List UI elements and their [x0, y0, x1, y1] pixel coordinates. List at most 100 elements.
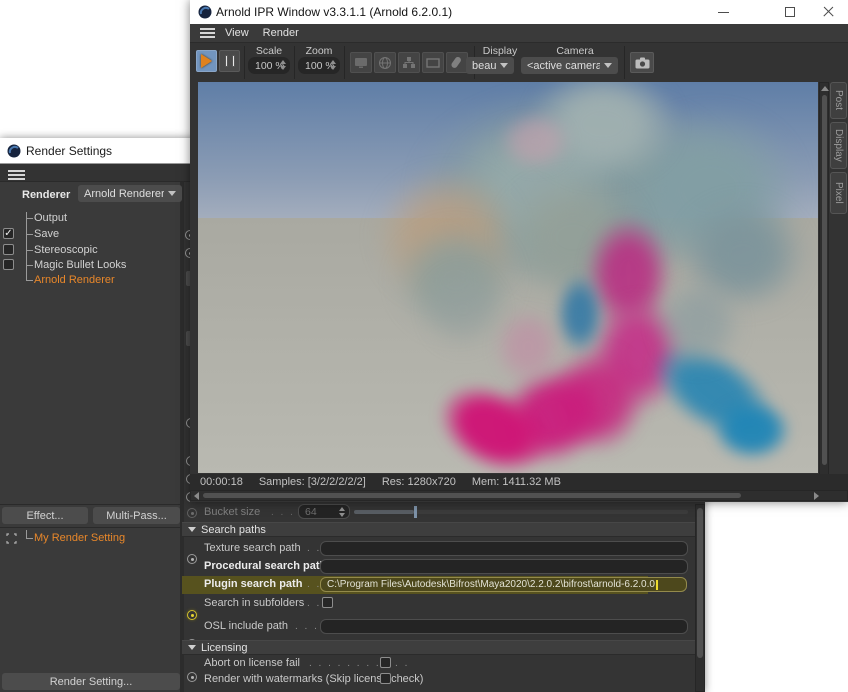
tree-item-arnold-renderer[interactable]: Arnold Renderer: [34, 274, 115, 286]
ipr-window-title: Arnold IPR Window v3.3.1.1 (Arnold 6.2.0…: [216, 5, 452, 19]
spinner-arrows-icon[interactable]: [330, 60, 336, 70]
viewport-vscrollbar-thumb[interactable]: [822, 95, 827, 465]
section-collapse-icon: [188, 645, 196, 650]
tab-display[interactable]: Display: [830, 122, 847, 169]
scroll-up-icon[interactable]: [821, 86, 829, 91]
display-mode-button[interactable]: [350, 52, 372, 73]
attributes-scrollbar-thumb[interactable]: [697, 508, 703, 658]
scale-field[interactable]: 100 %: [248, 57, 290, 74]
snapshot-button[interactable]: [630, 52, 654, 73]
tree-line: [26, 538, 33, 539]
tree-line: [26, 265, 33, 266]
tree-item-save[interactable]: Save: [34, 228, 59, 240]
render-settings-title: Render Settings: [26, 144, 112, 158]
scroll-right-icon[interactable]: [814, 492, 819, 500]
tree-line: [26, 280, 33, 281]
abort-license-checkbox[interactable]: [380, 657, 391, 668]
hierarchy-button[interactable]: [398, 52, 420, 73]
tab-post[interactable]: Post: [830, 82, 847, 119]
display-dropdown[interactable]: beauty: [466, 57, 514, 74]
hierarchy-icon: [402, 56, 416, 69]
section-collapse-icon: [188, 527, 196, 532]
zoom-label: Zoom: [298, 45, 340, 57]
stereoscopic-checkbox[interactable]: [3, 244, 14, 255]
bucket-size-label: Bucket size: [204, 506, 260, 518]
divider: [0, 527, 180, 528]
plugin-path-label: Plugin search path: [204, 578, 302, 590]
bucket-size-field[interactable]: 64: [298, 504, 350, 519]
bucket-size-slider-handle[interactable]: [414, 506, 417, 518]
subfolders-checkbox[interactable]: [322, 597, 333, 608]
tree-item-magic-bullet-looks[interactable]: Magic Bullet Looks: [34, 259, 126, 271]
spinner-arrows-icon[interactable]: [339, 507, 345, 517]
renderer-dropdown-value: Arnold Renderer: [84, 188, 164, 200]
viewport-hscrollbar-thumb[interactable]: [203, 493, 741, 498]
tree-line: [26, 218, 33, 219]
viewport-vscrollbar[interactable]: [819, 82, 829, 490]
toolbar-separator: [344, 46, 345, 79]
menu-hamburger-icon[interactable]: [8, 168, 25, 182]
pause-icon: [225, 55, 228, 67]
region-button[interactable]: [422, 52, 444, 73]
watermark-checkbox[interactable]: [380, 673, 391, 684]
multipass-button[interactable]: Multi-Pass...: [93, 507, 180, 524]
attributes-scrollbar[interactable]: [695, 504, 705, 692]
search-paths-header[interactable]: Search paths: [182, 522, 696, 537]
viewport-hscrollbar[interactable]: [190, 490, 848, 501]
ipr-titlebar[interactable]: Arnold IPR Window v3.3.1.1 (Arnold 6.2.0…: [190, 0, 848, 24]
monitor-icon: [354, 57, 368, 69]
status-samples: Samples: [3/2/2/2/2/2]: [259, 476, 366, 488]
globe-icon: [378, 56, 392, 70]
maximize-button[interactable]: [773, 0, 807, 24]
osl-path-radio[interactable]: [187, 672, 197, 682]
spinner-arrows-icon[interactable]: [280, 60, 286, 70]
minimize-button[interactable]: [706, 0, 740, 24]
subfolders-dots: . .: [307, 598, 321, 609]
plugin-path-radio[interactable]: [187, 610, 197, 620]
procedural-path-input[interactable]: [320, 559, 688, 574]
pause-icon: [232, 55, 235, 67]
tree-line: [26, 212, 27, 280]
plugin-path-value: C:\Program Files\Autodesk\Bifrost\Maya20…: [327, 579, 655, 590]
cinema4d-logo-icon: [198, 5, 212, 19]
bucket-size-radio[interactable]: [187, 508, 197, 518]
scroll-left-icon[interactable]: [194, 492, 199, 500]
region-rect-icon: [426, 58, 440, 68]
pause-button[interactable]: [219, 50, 240, 72]
menu-render[interactable]: Render: [263, 27, 299, 39]
wireframe-sphere-button[interactable]: [374, 52, 396, 73]
close-button[interactable]: [811, 0, 845, 24]
menu-hamburger-icon[interactable]: [200, 26, 215, 40]
smoke-blue: [556, 274, 604, 354]
osl-path-input[interactable]: [320, 619, 688, 634]
chevron-down-icon: [500, 63, 508, 68]
zoom-field[interactable]: 100 %: [298, 57, 340, 74]
tree-item-output[interactable]: Output: [34, 212, 67, 224]
my-render-setting-item[interactable]: My Render Setting: [34, 532, 125, 544]
ipr-statusbar: 00:00:18 Samples: [3/2/2/2/2/2] Res: 128…: [190, 474, 848, 490]
tab-pixel[interactable]: Pixel: [830, 172, 847, 214]
effect-button[interactable]: Effect...: [2, 507, 88, 524]
camera-dropdown[interactable]: <active camera>: [521, 57, 618, 74]
selection-frame-icon: [6, 533, 17, 544]
arnold-ipr-window: Arnold IPR Window v3.3.1.1 (Arnold 6.2.0…: [190, 0, 848, 502]
texture-path-radio[interactable]: [187, 554, 197, 564]
renderer-dropdown[interactable]: Arnold Renderer: [78, 185, 182, 202]
scale-label: Scale: [248, 45, 290, 57]
menu-view[interactable]: View: [225, 27, 249, 39]
render-viewport[interactable]: [198, 82, 818, 473]
eraser-icon: [450, 56, 464, 70]
plugin-path-input[interactable]: C:\Program Files\Autodesk\Bifrost\Maya20…: [320, 577, 687, 592]
smoke-pink-hint: [498, 110, 573, 172]
magic-bullet-checkbox[interactable]: [3, 259, 14, 270]
texture-path-input[interactable]: [320, 541, 688, 556]
chevron-down-icon: [168, 191, 176, 196]
render-setting-button[interactable]: Render Setting...: [2, 673, 180, 690]
tree-item-stereoscopic[interactable]: Stereoscopic: [34, 244, 98, 256]
toolbar-separator: [244, 46, 245, 79]
renderer-label: Renderer: [22, 189, 70, 201]
tree-line: [26, 250, 33, 251]
play-button[interactable]: [196, 50, 217, 72]
licensing-header[interactable]: Licensing: [182, 640, 696, 655]
save-checkbox[interactable]: ✓: [3, 228, 14, 239]
